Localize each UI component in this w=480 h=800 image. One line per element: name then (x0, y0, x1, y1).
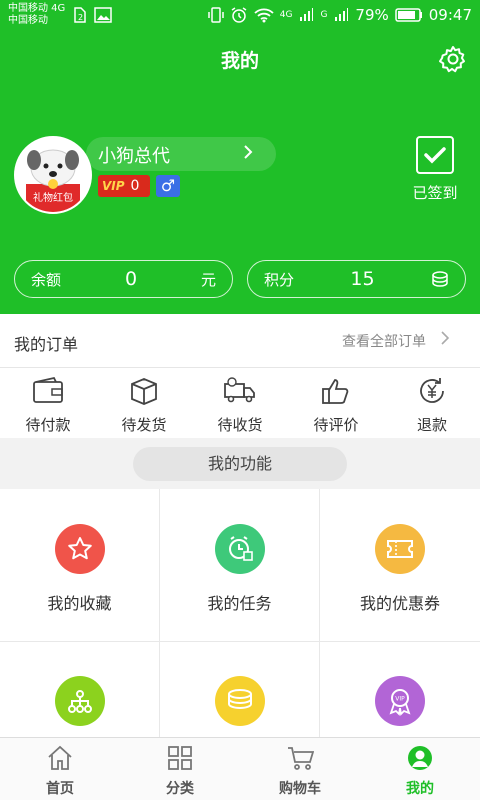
vip-ribbon-icon: VIP (375, 676, 425, 726)
bottom-tab-bar: 首页 分类 购物车 我的 (0, 737, 480, 800)
order-label: 退款 (416, 416, 447, 434)
order-pending-payment[interactable]: 待付款 (0, 368, 96, 438)
truck-icon (224, 377, 255, 403)
wallet-icon (33, 376, 63, 403)
func-favorites[interactable]: 我的收藏 (0, 489, 160, 642)
signin-button[interactable]: 已签到 (400, 136, 470, 203)
tab-category[interactable]: 分类 (120, 738, 240, 800)
box-icon (131, 378, 157, 405)
clock-icon (214, 524, 265, 574)
func-label: 我的任务 (207, 594, 272, 613)
thumbs-up-icon (322, 379, 349, 404)
signal-icon (300, 8, 314, 21)
page-title: 我的 (220, 50, 259, 72)
vip-label: VIP (102, 179, 125, 193)
order-pending-review[interactable]: 待评价 (288, 368, 384, 438)
profile-header: 我的 礼物红包 小狗总代 VIP 0 ♂ 已签到 余额 0 元 积分 15 (0, 32, 480, 314)
points-pill[interactable]: 积分 15 (247, 260, 466, 298)
avatar-badge-text: 礼物红包 (33, 191, 73, 204)
tab-home[interactable]: 首页 (0, 738, 120, 800)
avatar-mascot-icon: 礼物红包 (16, 138, 90, 212)
order-pending-receipt[interactable]: 待收货 (192, 368, 288, 438)
tab-label: 分类 (166, 781, 194, 797)
order-status-row: 待付款 待发货 待收货 待评价 退款 (0, 368, 480, 438)
chevron-right-icon (440, 330, 450, 350)
func-item-4[interactable] (0, 642, 160, 737)
home-icon (48, 745, 72, 770)
carrier-1: 中国移动 4G (8, 3, 66, 14)
tab-label: 我的 (406, 781, 434, 797)
carrier-info: 中国移动 4G 中国移动 (8, 3, 65, 27)
tab-label: 购物车 (279, 781, 321, 797)
signin-label: 已签到 (412, 184, 458, 202)
coins-icon (214, 676, 265, 726)
balance-unit: 元 (200, 270, 216, 289)
func-item-5[interactable] (160, 642, 320, 737)
tab-profile[interactable]: 我的 (360, 738, 480, 800)
cart-icon (288, 747, 315, 770)
tab-label: 首页 (46, 781, 74, 797)
vip-badge: VIP 0 (98, 175, 150, 197)
network-icon (54, 676, 105, 726)
func-label: 我的优惠券 (359, 594, 440, 613)
settings-gear-icon[interactable] (438, 44, 468, 74)
battery-percent: 79% (355, 6, 389, 24)
order-pending-shipment[interactable]: 待发货 (96, 368, 192, 438)
functions-title: 我的功能 (133, 447, 347, 481)
points-value: 15 (350, 268, 375, 290)
chevron-right-icon (243, 144, 253, 164)
func-label: 我的收藏 (47, 594, 112, 613)
username: 小狗总代 (98, 146, 170, 167)
category-icon (168, 746, 192, 770)
vibrate-icon (207, 7, 224, 23)
network-type-1: 4G (279, 10, 293, 20)
wifi-icon (254, 8, 274, 23)
battery-icon (395, 8, 422, 22)
order-refund[interactable]: 退款 (384, 368, 480, 438)
balance-label: 余额 (31, 270, 62, 289)
signal-icon-2 (335, 8, 349, 21)
svg-text:2: 2 (78, 13, 83, 22)
vip-level: 0 (130, 178, 140, 194)
order-label: 待发货 (121, 416, 167, 434)
status-bar: 中国移动 4G 中国移动 2 4G G 79% 09:47 (0, 0, 480, 32)
orders-title: 我的订单 (14, 335, 79, 354)
functions-grid: 我的收藏 我的任务 我的优惠券 VIP (0, 489, 480, 737)
star-icon (54, 524, 105, 574)
func-coupons[interactable]: 我的优惠券 (320, 489, 480, 642)
func-tasks[interactable]: 我的任务 (160, 489, 320, 642)
coin-stack-icon (432, 271, 448, 287)
svg-text:VIP: VIP (395, 696, 405, 703)
balance-pill[interactable]: 余额 0 元 (14, 260, 233, 298)
profile-icon (408, 746, 432, 770)
func-item-6[interactable]: VIP (320, 642, 480, 737)
view-all-orders-link[interactable]: 查看全部订单 (342, 331, 426, 351)
orders-header[interactable]: 我的订单 查看全部订单 (0, 314, 480, 368)
checkmark-icon (416, 136, 454, 174)
order-label: 待付款 (25, 416, 71, 434)
order-label: 待评价 (313, 416, 359, 434)
clock-time: 09:47 (428, 6, 472, 24)
avatar[interactable]: 礼物红包 (14, 136, 92, 214)
order-label: 待收货 (217, 416, 263, 434)
male-icon: ♂ (156, 175, 180, 197)
image-icon (94, 7, 112, 23)
sim-icon: 2 (74, 7, 86, 23)
refund-icon (420, 378, 444, 403)
carrier-2: 中国移动 (8, 15, 48, 26)
points-label: 积分 (264, 270, 295, 289)
alarm-icon (231, 7, 247, 23)
tab-cart[interactable]: 购物车 (240, 738, 360, 800)
balance-value: 0 (124, 268, 138, 290)
network-type-2: G (320, 10, 328, 20)
ticket-icon (375, 524, 425, 574)
